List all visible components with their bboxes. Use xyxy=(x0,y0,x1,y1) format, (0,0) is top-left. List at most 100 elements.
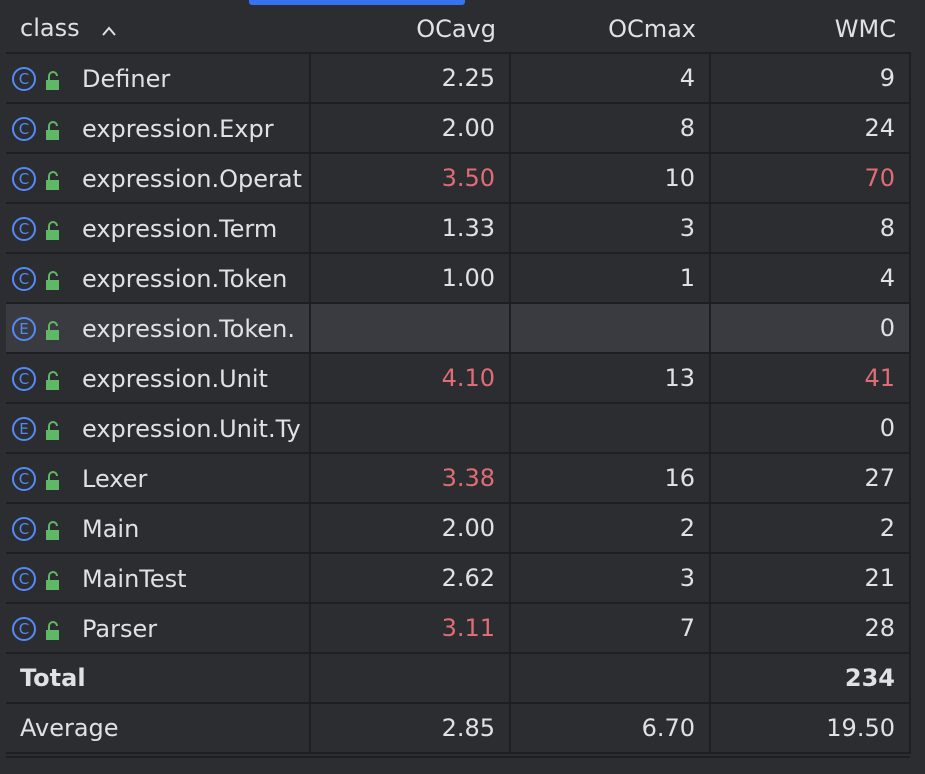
wmc-cell: 4 xyxy=(710,253,911,304)
table-row[interactable]: Cexpression.Term 1.33 3 8 xyxy=(6,203,911,254)
class-name-cell[interactable]: C Lexer xyxy=(6,453,311,504)
ocavg-cell: 2.62 xyxy=(310,553,511,604)
class-icon: C xyxy=(12,116,36,141)
ocavg-cell: 2.00 xyxy=(310,503,511,554)
table-row[interactable]: Cexpression.Token 1.00 1 4 xyxy=(6,253,911,304)
ocavg-cell: 1.00 xyxy=(310,253,511,304)
wmc-cell: 28 xyxy=(710,603,911,654)
wmc-cell: 70 xyxy=(710,153,911,204)
class-name-cell[interactable]: Cexpression.Operat xyxy=(6,153,311,204)
ocmax-cell: 1 xyxy=(510,253,711,304)
class-name-cell[interactable]: Cexpression.Token xyxy=(6,253,311,304)
class-name: Lexer xyxy=(82,464,148,493)
wmc-cell: 24 xyxy=(710,103,911,154)
lock-open-icon xyxy=(44,119,62,140)
class-name: Main xyxy=(82,514,140,543)
ocavg-cell xyxy=(310,303,511,354)
class-name: expression.Term xyxy=(82,214,278,243)
ocavg-cell: 2.00 xyxy=(310,103,511,154)
class-name-cell[interactable]: Eexpression.Token. xyxy=(6,303,311,354)
table-row[interactable]: Cexpression.Unit 4.10 13 41 xyxy=(6,353,911,404)
ocmax-cell: 3 xyxy=(510,553,711,604)
column-header-class-label: class xyxy=(20,14,80,42)
class-name: expression.Token. xyxy=(82,314,295,343)
average-row: Average 2.85 6.70 19.50 xyxy=(6,703,911,754)
total-row: Total 234 xyxy=(6,653,911,704)
class-icon: C xyxy=(12,566,36,591)
ocmax-cell xyxy=(510,403,711,454)
ocavg-cell: 3.38 xyxy=(310,453,511,504)
class-icon: C xyxy=(12,466,36,491)
table-row[interactable]: C Main 2.00 2 2 xyxy=(6,503,911,554)
class-icon: C xyxy=(12,216,36,241)
ocmax-cell: 4 xyxy=(510,53,711,104)
class-icon: C xyxy=(12,266,36,291)
lock-open-icon xyxy=(44,169,62,190)
ocmax-cell: 16 xyxy=(510,453,711,504)
column-header-wmc[interactable]: WMC xyxy=(710,5,910,54)
ocmax-cell: 2 xyxy=(510,503,711,554)
table-row[interactable]: Cexpression.Expr 2.00 8 24 xyxy=(6,103,911,154)
class-name-cell[interactable]: C MainTest xyxy=(6,553,311,604)
class-name: expression.Expr xyxy=(82,114,274,143)
wmc-cell: 0 xyxy=(710,403,911,454)
lock-open-icon xyxy=(44,269,62,290)
ocavg-cell: 1.33 xyxy=(310,203,511,254)
wmc-cell: 0 xyxy=(710,303,911,354)
total-wmc: 234 xyxy=(710,653,911,704)
table-row[interactable]: Eexpression.Token. 0 xyxy=(6,303,911,354)
wmc-cell: 21 xyxy=(710,553,911,604)
lock-open-icon xyxy=(44,69,62,90)
table-row[interactable]: Cexpression.Operat 3.50 10 70 xyxy=(6,153,911,204)
total-ocavg xyxy=(310,653,511,704)
ocmax-cell: 13 xyxy=(510,353,711,404)
column-header-ocavg[interactable]: OCavg xyxy=(310,5,510,54)
table-row[interactable]: Eexpression.Unit.Ty 0 xyxy=(6,403,911,454)
class-name: Definer xyxy=(82,64,171,93)
ocmax-cell: 8 xyxy=(510,103,711,154)
class-name-cell[interactable]: Cexpression.Expr xyxy=(6,103,311,154)
wmc-cell: 27 xyxy=(710,453,911,504)
enum-icon: E xyxy=(12,416,36,441)
ocavg-cell: 2.25 xyxy=(310,53,511,104)
enum-icon: E xyxy=(12,316,36,341)
lock-open-icon xyxy=(44,569,62,590)
class-icon: C xyxy=(12,516,36,541)
ocmax-cell xyxy=(510,303,711,354)
ocavg-cell: 3.11 xyxy=(310,603,511,654)
ocavg-cell: 3.50 xyxy=(310,153,511,204)
ocmax-cell: 10 xyxy=(510,153,711,204)
average-ocmax: 6.70 xyxy=(510,703,711,754)
class-icon: C xyxy=(12,66,36,91)
horizontal-scrollbar[interactable] xyxy=(6,756,910,774)
class-name: expression.Token xyxy=(82,264,288,293)
ocavg-cell xyxy=(310,403,511,454)
class-name-cell[interactable]: C Definer xyxy=(6,53,311,104)
table-row[interactable]: C Lexer 3.38 16 27 xyxy=(6,453,911,504)
wmc-cell: 8 xyxy=(710,203,911,254)
table-row[interactable]: C Definer 2.25 4 9 xyxy=(6,53,911,104)
class-name-cell[interactable]: Cexpression.Unit xyxy=(6,353,311,404)
class-name-cell[interactable]: Eexpression.Unit.Ty xyxy=(6,403,311,454)
lock-open-icon xyxy=(44,319,62,340)
ocmax-cell: 3 xyxy=(510,203,711,254)
class-icon: C xyxy=(12,166,36,191)
wmc-cell: 2 xyxy=(710,503,911,554)
class-icon: C xyxy=(12,616,36,641)
total-label: Total xyxy=(6,653,311,704)
class-name-cell[interactable]: Cexpression.Term xyxy=(6,203,311,254)
class-name: Parser xyxy=(82,614,158,643)
column-header-ocmax[interactable]: OCmax xyxy=(510,5,710,54)
table-row[interactable]: C Parser 3.11 7 28 xyxy=(6,603,911,654)
header-row: class OCavg OCmax WMC xyxy=(6,5,910,54)
table-row[interactable]: C MainTest 2.62 3 21 xyxy=(6,553,911,604)
lock-open-icon xyxy=(44,419,62,440)
class-name: expression.Unit.Ty xyxy=(82,414,301,443)
column-header-class[interactable]: class xyxy=(6,5,310,54)
lock-open-icon xyxy=(44,469,62,490)
class-name: expression.Unit xyxy=(82,364,268,393)
wmc-cell: 41 xyxy=(710,353,911,404)
class-name-cell[interactable]: C Parser xyxy=(6,603,311,654)
class-name-cell[interactable]: C Main xyxy=(6,503,311,554)
ocmax-cell: 7 xyxy=(510,603,711,654)
